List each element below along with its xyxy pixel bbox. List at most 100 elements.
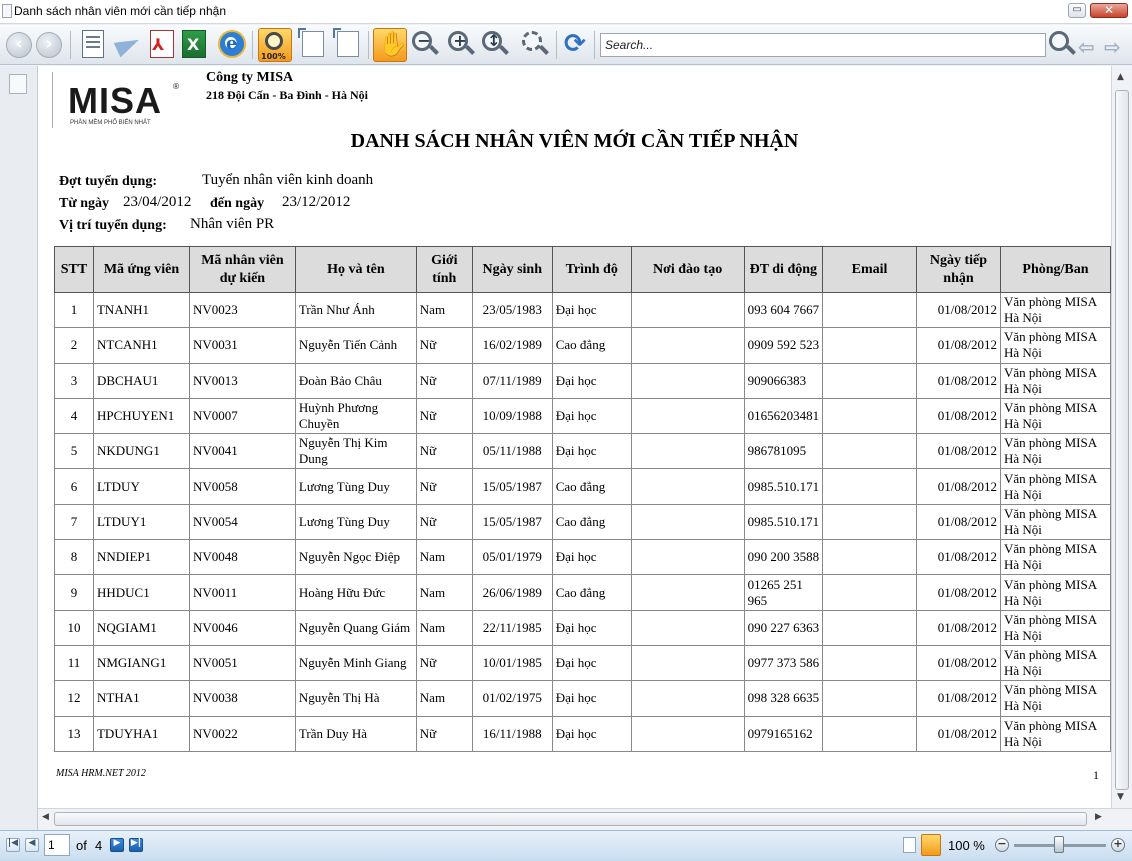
toolbar-separator xyxy=(70,31,71,59)
fit-page-button[interactable] xyxy=(298,28,324,57)
refresh-button[interactable]: ⟳ xyxy=(562,29,590,59)
zoom-slider-handle[interactable] xyxy=(1054,836,1064,853)
cell-mobile: 098 328 6635 xyxy=(743,680,824,717)
current-page-input[interactable] xyxy=(44,834,70,856)
cell-school xyxy=(630,503,745,541)
cell-receive-date: 01/08/2012 xyxy=(915,468,1001,505)
cell-stt: 1 xyxy=(54,291,94,329)
cell-receive-date: 01/08/2012 xyxy=(915,539,1001,576)
toolbar: ‹ › ⅄ X e 100% ✋ − + ↕ ⟳ ⇦ ⇨ xyxy=(0,25,1132,65)
cell-full-name: Nguyễn Quang Giám xyxy=(294,609,417,646)
cell-education: Đại học xyxy=(551,433,632,470)
search-input[interactable] xyxy=(600,33,1046,57)
cell-school xyxy=(630,468,745,505)
previous-page-button[interactable]: ◀ xyxy=(25,838,39,852)
cell-school xyxy=(630,609,745,646)
pan-tool-button[interactable]: ✋ xyxy=(373,28,408,62)
cell-education: Cao đẳng xyxy=(551,327,632,364)
scroll-right-icon[interactable]: ▶ xyxy=(1095,812,1102,822)
vertical-scroll-thumb[interactable] xyxy=(1115,90,1129,790)
horizontal-scrollbar[interactable]: ◀ ▶ xyxy=(38,808,1132,829)
report-page: MISA ® PHẦN MỀM PHỔ BIẾN NHẤT Công ty MI… xyxy=(38,66,1111,808)
cell-stt: 7 xyxy=(54,503,94,541)
cell-stt: 3 xyxy=(54,362,94,399)
cell-candidate-code: LTDUY xyxy=(92,468,190,505)
cell-full-name: Nguyễn Tiến Cảnh xyxy=(294,327,417,364)
cell-receive-date: 01/08/2012 xyxy=(915,680,1001,717)
marquee-zoom-button[interactable] xyxy=(520,30,550,60)
last-page-button[interactable]: ▶| xyxy=(129,838,143,852)
forward-button[interactable]: › xyxy=(36,32,62,58)
back-button[interactable]: ‹ xyxy=(6,32,32,58)
header-employee-code: Mã nhân viên dự kiến xyxy=(188,246,296,293)
cell-gender: Nam xyxy=(415,291,473,329)
pages-icon[interactable] xyxy=(9,74,27,94)
continuous-view-button[interactable] xyxy=(921,834,941,856)
export-html-button[interactable]: e xyxy=(218,30,246,58)
vertical-scrollbar[interactable]: ▲ ▼ xyxy=(1111,66,1132,808)
minus-glyph: − xyxy=(417,31,431,50)
scroll-left-icon[interactable]: ◀ xyxy=(42,812,49,822)
header-receive-date: Ngày tiếp nhận xyxy=(915,246,1001,293)
cell-mobile: 0977 373 586 xyxy=(743,644,824,682)
header-mobile: ĐT di động xyxy=(743,246,824,293)
cell-full-name: Trần Như Ánh xyxy=(294,291,417,329)
round-label: Đợt tuyển dụng: xyxy=(59,174,157,189)
cell-school xyxy=(630,291,745,329)
cell-full-name: Lương Tùng Duy xyxy=(294,468,417,505)
find-next-button[interactable]: ⇨ xyxy=(1104,35,1121,59)
minimize-button[interactable]: ▭ xyxy=(1068,3,1086,18)
next-page-button[interactable]: ▶ xyxy=(110,838,124,852)
cell-full-name: Trần Duy Hà xyxy=(294,715,417,752)
cell-gender: Nữ xyxy=(415,644,473,682)
cell-stt: 12 xyxy=(54,680,94,717)
cell-email xyxy=(822,680,917,717)
cell-receive-date: 01/08/2012 xyxy=(915,327,1001,364)
horizontal-scroll-thumb[interactable] xyxy=(54,812,1087,826)
cell-candidate-code: NKDUNG1 xyxy=(92,433,190,470)
table-row: 12 NTHA1 NV0038 Nguyễn Thị Hà Nam 01/02/1975 Đ… xyxy=(54,680,1111,717)
find-previous-button[interactable]: ⇦ xyxy=(1078,35,1095,59)
cell-school xyxy=(630,362,745,399)
cell-gender: Nữ xyxy=(415,327,473,364)
zoom-in-button[interactable]: + xyxy=(446,30,476,60)
zoom-out-button[interactable]: − xyxy=(410,30,440,60)
single-page-view-button[interactable] xyxy=(903,837,916,853)
search-button[interactable] xyxy=(1047,30,1077,60)
scroll-down-icon[interactable]: ▼ xyxy=(1117,792,1124,802)
minimize-icon: ▭ xyxy=(1072,4,1082,15)
cell-gender: Nam xyxy=(415,539,473,576)
cell-education: Đại học xyxy=(551,715,632,752)
table-row: 11 NMGIANG1 NV0051 Nguyễn Minh Giang Nữ 10/01… xyxy=(54,644,1111,682)
cell-mobile: 01265 251 965 xyxy=(743,574,824,611)
cell-education: Đại học xyxy=(551,539,632,576)
zoom-100-label: 100% xyxy=(261,52,286,61)
logo-word: MISA xyxy=(68,80,162,121)
send-email-button[interactable] xyxy=(114,33,140,57)
export-pdf-button[interactable]: ⅄ xyxy=(150,30,174,58)
cell-email xyxy=(822,539,917,576)
scroll-up-icon[interactable]: ▲ xyxy=(1117,72,1124,82)
cell-employee-code: NV0031 xyxy=(188,327,296,364)
cell-mobile: 01656203481 xyxy=(743,397,824,435)
fit-width-button[interactable] xyxy=(333,28,359,57)
cell-school xyxy=(630,539,745,576)
cell-receive-date: 01/08/2012 xyxy=(915,715,1001,752)
print-button[interactable] xyxy=(82,30,104,58)
zoom-tool-button[interactable]: ↕ xyxy=(480,30,510,60)
forward-arrow-icon: › xyxy=(45,34,53,54)
cell-employee-code: NV0058 xyxy=(188,468,296,505)
company-name: Công ty MISA xyxy=(206,70,294,85)
zoom-100-button[interactable]: 100% xyxy=(258,28,292,62)
first-page-button[interactable]: |◀ xyxy=(6,838,20,852)
export-excel-button[interactable]: X xyxy=(182,30,206,58)
zoom-out-small-button[interactable]: − xyxy=(995,837,1009,852)
table-row: 13 TDUYHA1 NV0022 Trần Duy Hà Nữ 16/11/1988 Đạ… xyxy=(54,715,1111,752)
zoom-in-small-button[interactable]: + xyxy=(1111,837,1125,852)
table-body: 1 TNANH1 NV0023 Trần Như Ánh Nam 23/05/1983 Đạ… xyxy=(54,291,1111,752)
cell-department: Văn phòng MISA Hà Nội xyxy=(999,468,1111,505)
close-button[interactable]: ✕ xyxy=(1090,3,1128,18)
cell-full-name: Nguyễn Minh Giang xyxy=(294,644,417,682)
cell-mobile: 909066383 xyxy=(743,362,824,399)
status-bar: |◀ ◀ of 4 ▶ ▶| 100 % − + xyxy=(0,830,1132,861)
